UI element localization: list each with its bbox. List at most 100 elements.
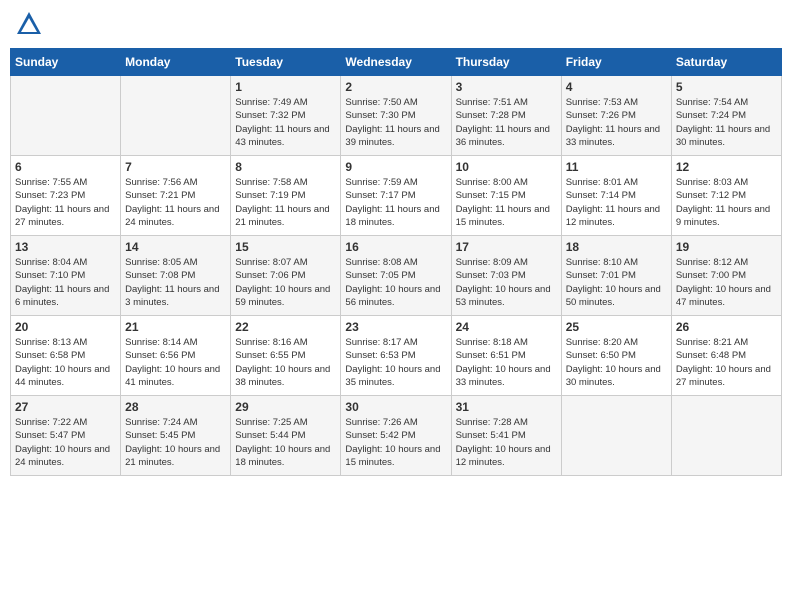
day-number: 3 — [456, 80, 557, 94]
week-row-4: 20 Sunrise: 8:13 AMSunset: 6:58 PMDayligh… — [11, 316, 782, 396]
day-info: Sunrise: 7:53 AMSunset: 7:26 PMDaylight:… — [566, 96, 667, 149]
day-number: 23 — [345, 320, 446, 334]
day-number: 6 — [15, 160, 116, 174]
day-info: Sunrise: 7:56 AMSunset: 7:21 PMDaylight:… — [125, 176, 226, 229]
calendar-cell: 24 Sunrise: 8:18 AMSunset: 6:51 PMDayligh… — [451, 316, 561, 396]
day-number: 11 — [566, 160, 667, 174]
calendar-cell: 10Sunrise: 8:00 AMSunset: 7:15 PMDayligh… — [451, 156, 561, 236]
day-number: 24 — [456, 320, 557, 334]
day-number: 31 — [456, 400, 557, 414]
calendar-cell: 25 Sunrise: 8:20 AMSunset: 6:50 PMDayligh… — [561, 316, 671, 396]
header-day-tuesday: Tuesday — [231, 49, 341, 76]
calendar-cell: 9 Sunrise: 7:59 AMSunset: 7:17 PMDaylight… — [341, 156, 451, 236]
page-header — [10, 10, 782, 38]
calendar-cell: 20 Sunrise: 8:13 AMSunset: 6:58 PMDayligh… — [11, 316, 121, 396]
day-info: Sunrise: 7:51 AMSunset: 7:28 PMDaylight:… — [456, 96, 557, 149]
day-info: Sunrise: 8:14 AMSunset: 6:56 PMDaylight:… — [125, 336, 226, 389]
day-info: Sunrise: 8:03 AMSunset: 7:12 PMDaylight:… — [676, 176, 777, 229]
day-info: Sunrise: 7:22 AMSunset: 5:47 PMDaylight:… — [15, 416, 116, 469]
calendar-cell: 3 Sunrise: 7:51 AMSunset: 7:28 PMDaylight… — [451, 76, 561, 156]
calendar-cell — [671, 396, 781, 476]
header-day-saturday: Saturday — [671, 49, 781, 76]
day-number: 7 — [125, 160, 226, 174]
day-info: Sunrise: 8:13 AMSunset: 6:58 PMDaylight:… — [15, 336, 116, 389]
day-info: Sunrise: 8:12 AMSunset: 7:00 PMDaylight:… — [676, 256, 777, 309]
week-row-1: 1 Sunrise: 7:49 AMSunset: 7:32 PMDaylight… — [11, 76, 782, 156]
week-row-5: 27 Sunrise: 7:22 AMSunset: 5:47 PMDayligh… — [11, 396, 782, 476]
day-info: Sunrise: 8:07 AMSunset: 7:06 PMDaylight:… — [235, 256, 336, 309]
day-number: 30 — [345, 400, 446, 414]
calendar-cell: 11 Sunrise: 8:01 AMSunset: 7:14 PMDayligh… — [561, 156, 671, 236]
day-info: Sunrise: 7:26 AMSunset: 5:42 PMDaylight:… — [345, 416, 446, 469]
header-day-friday: Friday — [561, 49, 671, 76]
calendar-cell: 7 Sunrise: 7:56 AMSunset: 7:21 PMDaylight… — [121, 156, 231, 236]
header-day-monday: Monday — [121, 49, 231, 76]
day-info: Sunrise: 8:21 AMSunset: 6:48 PMDaylight:… — [676, 336, 777, 389]
header-day-wednesday: Wednesday — [341, 49, 451, 76]
day-number: 9 — [345, 160, 446, 174]
calendar-cell: 16 Sunrise: 8:08 AMSunset: 7:05 PMDayligh… — [341, 236, 451, 316]
calendar-cell: 18 Sunrise: 8:10 AMSunset: 7:01 PMDayligh… — [561, 236, 671, 316]
day-info: Sunrise: 7:49 AMSunset: 7:32 PMDaylight:… — [235, 96, 336, 149]
day-number: 27 — [15, 400, 116, 414]
day-number: 26 — [676, 320, 777, 334]
day-number: 10 — [456, 160, 557, 174]
calendar-cell: 29 Sunrise: 7:25 AMSunset: 5:44 PMDayligh… — [231, 396, 341, 476]
week-row-3: 13 Sunrise: 8:04 AMSunset: 7:10 PMDayligh… — [11, 236, 782, 316]
day-number: 2 — [345, 80, 446, 94]
calendar-cell — [11, 76, 121, 156]
calendar-cell — [121, 76, 231, 156]
day-number: 28 — [125, 400, 226, 414]
day-info: Sunrise: 7:54 AMSunset: 7:24 PMDaylight:… — [676, 96, 777, 149]
calendar-cell: 1 Sunrise: 7:49 AMSunset: 7:32 PMDaylight… — [231, 76, 341, 156]
day-info: Sunrise: 7:50 AMSunset: 7:30 PMDaylight:… — [345, 96, 446, 149]
day-number: 29 — [235, 400, 336, 414]
calendar-cell: 30 Sunrise: 7:26 AMSunset: 5:42 PMDayligh… — [341, 396, 451, 476]
day-number: 5 — [676, 80, 777, 94]
day-info: Sunrise: 7:59 AMSunset: 7:17 PMDaylight:… — [345, 176, 446, 229]
day-info: Sunrise: 8:05 AMSunset: 7:08 PMDaylight:… — [125, 256, 226, 309]
calendar-cell: 5 Sunrise: 7:54 AMSunset: 7:24 PMDaylight… — [671, 76, 781, 156]
day-info: Sunrise: 7:55 AMSunset: 7:23 PMDaylight:… — [15, 176, 116, 229]
day-info: Sunrise: 8:09 AMSunset: 7:03 PMDaylight:… — [456, 256, 557, 309]
calendar-cell: 28 Sunrise: 7:24 AMSunset: 5:45 PMDayligh… — [121, 396, 231, 476]
day-info: Sunrise: 7:24 AMSunset: 5:45 PMDaylight:… — [125, 416, 226, 469]
day-number: 1 — [235, 80, 336, 94]
day-info: Sunrise: 7:58 AMSunset: 7:19 PMDaylight:… — [235, 176, 336, 229]
day-info: Sunrise: 7:25 AMSunset: 5:44 PMDaylight:… — [235, 416, 336, 469]
day-number: 18 — [566, 240, 667, 254]
day-number: 25 — [566, 320, 667, 334]
day-info: Sunrise: 8:16 AMSunset: 6:55 PMDaylight:… — [235, 336, 336, 389]
header-day-thursday: Thursday — [451, 49, 561, 76]
day-info: Sunrise: 8:04 AMSunset: 7:10 PMDaylight:… — [15, 256, 116, 309]
logo — [15, 10, 45, 38]
day-number: 16 — [345, 240, 446, 254]
calendar-cell: 13 Sunrise: 8:04 AMSunset: 7:10 PMDayligh… — [11, 236, 121, 316]
header-day-sunday: Sunday — [11, 49, 121, 76]
day-number: 4 — [566, 80, 667, 94]
day-info: Sunrise: 8:10 AMSunset: 7:01 PMDaylight:… — [566, 256, 667, 309]
week-row-2: 6 Sunrise: 7:55 AMSunset: 7:23 PMDaylight… — [11, 156, 782, 236]
day-number: 8 — [235, 160, 336, 174]
day-number: 17 — [456, 240, 557, 254]
day-number: 19 — [676, 240, 777, 254]
day-number: 20 — [15, 320, 116, 334]
calendar-cell: 15 Sunrise: 8:07 AMSunset: 7:06 PMDayligh… — [231, 236, 341, 316]
header-row: SundayMondayTuesdayWednesdayThursdayFrid… — [11, 49, 782, 76]
calendar-cell: 21 Sunrise: 8:14 AMSunset: 6:56 PMDayligh… — [121, 316, 231, 396]
day-number: 15 — [235, 240, 336, 254]
day-info: Sunrise: 8:17 AMSunset: 6:53 PMDaylight:… — [345, 336, 446, 389]
day-info: Sunrise: 8:08 AMSunset: 7:05 PMDaylight:… — [345, 256, 446, 309]
calendar-cell: 14Sunrise: 8:05 AMSunset: 7:08 PMDayligh… — [121, 236, 231, 316]
day-number: 13 — [15, 240, 116, 254]
day-number: 22 — [235, 320, 336, 334]
day-info: Sunrise: 8:18 AMSunset: 6:51 PMDaylight:… — [456, 336, 557, 389]
calendar-cell: 27 Sunrise: 7:22 AMSunset: 5:47 PMDayligh… — [11, 396, 121, 476]
calendar-cell: 12Sunrise: 8:03 AMSunset: 7:12 PMDayligh… — [671, 156, 781, 236]
day-info: Sunrise: 8:20 AMSunset: 6:50 PMDaylight:… — [566, 336, 667, 389]
calendar-cell: 8 Sunrise: 7:58 AMSunset: 7:19 PMDaylight… — [231, 156, 341, 236]
calendar-cell: 2 Sunrise: 7:50 AMSunset: 7:30 PMDaylight… — [341, 76, 451, 156]
calendar-table: SundayMondayTuesdayWednesdayThursdayFrid… — [10, 48, 782, 476]
day-info: Sunrise: 8:01 AMSunset: 7:14 PMDaylight:… — [566, 176, 667, 229]
day-number: 21 — [125, 320, 226, 334]
